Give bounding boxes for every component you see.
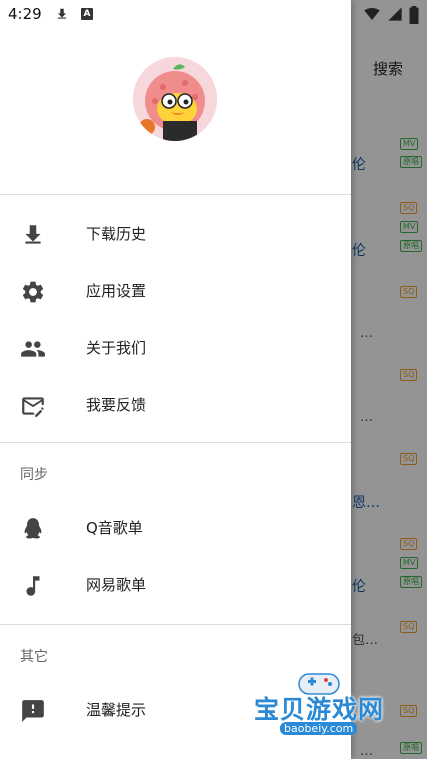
music-note-icon xyxy=(26,576,40,596)
menu-item-qq-playlist[interactable]: Q音歌单 xyxy=(0,500,351,557)
battery-icon xyxy=(409,6,419,24)
watermark-url: baobeiy.com xyxy=(280,722,358,735)
divider xyxy=(0,624,351,625)
drawer-header xyxy=(0,30,351,195)
menu-item-label: 关于我们 xyxy=(86,339,147,357)
menu-item-about-us[interactable]: 关于我们 xyxy=(0,320,351,377)
feedback-icon xyxy=(22,397,44,417)
menu-item-label: Q音歌单 xyxy=(86,519,143,537)
qq-penguin-icon xyxy=(24,518,42,539)
divider xyxy=(0,442,351,443)
watermark-text: 宝贝游戏网 xyxy=(254,695,385,724)
avatar-image xyxy=(133,57,217,141)
menu-item-label: 下载历史 xyxy=(86,225,147,243)
gear-icon xyxy=(22,281,44,303)
download-icon xyxy=(57,8,67,19)
navigation-drawer: 下载历史 应用设置 关于我们 我要反馈 同步 Q音歌单 网易歌单 其它 温馨提示 xyxy=(0,0,351,759)
people-icon xyxy=(21,341,45,357)
menu-item-download-history[interactable]: 下载历史 xyxy=(0,206,351,263)
menu-item-app-settings[interactable]: 应用设置 xyxy=(0,263,351,320)
menu-item-label: 温馨提示 xyxy=(86,701,147,719)
menu-item-label: 网易歌单 xyxy=(86,576,147,594)
status-time: 4:29 xyxy=(8,5,42,23)
section-title-sync: 同步 xyxy=(20,467,48,483)
download-icon xyxy=(25,225,41,244)
status-bar: 4:29 A xyxy=(0,0,427,30)
avatar[interactable] xyxy=(133,57,217,141)
menu-item-netease-playlist[interactable]: 网易歌单 xyxy=(0,557,351,614)
menu-item-label: 应用设置 xyxy=(86,282,147,300)
drawer-scrim[interactable] xyxy=(351,0,427,759)
wifi-icon xyxy=(364,8,380,20)
signal-icon xyxy=(388,7,402,21)
watermark: 宝贝游戏网 baobeiy.com xyxy=(246,668,396,752)
status-right-icons xyxy=(363,6,419,24)
menu-item-feedback[interactable]: 我要反馈 xyxy=(0,377,351,434)
divider xyxy=(0,194,351,195)
alert-message-icon xyxy=(22,700,44,722)
section-title-other: 其它 xyxy=(20,649,48,665)
menu-item-label: 我要反馈 xyxy=(86,396,147,414)
a-icon: A xyxy=(81,8,93,20)
